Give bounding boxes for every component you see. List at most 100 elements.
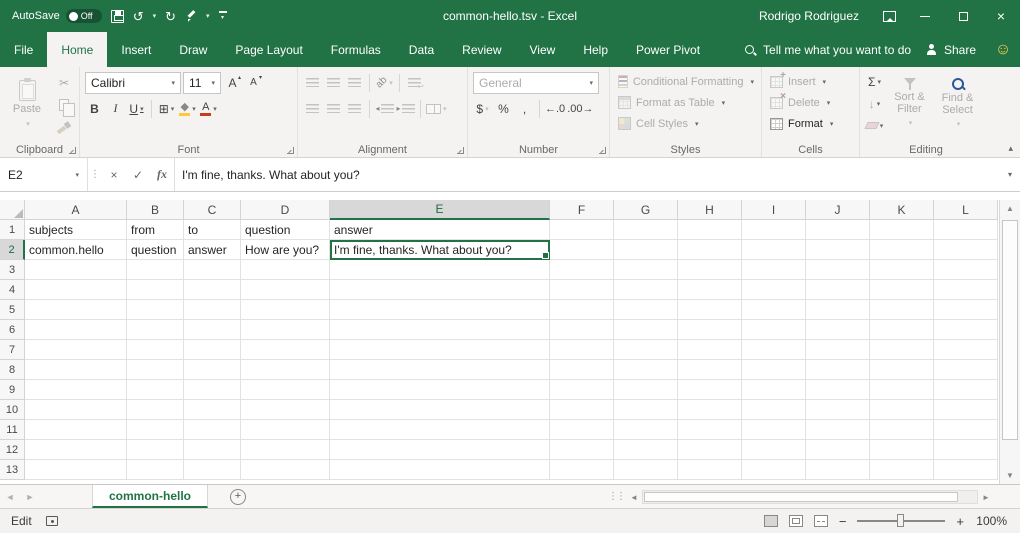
column-header-J[interactable]: J [806,200,870,220]
row-header-11[interactable]: 11 [0,420,25,440]
tab-draw[interactable]: Draw [165,32,221,67]
cell-C11[interactable] [184,420,241,440]
cell-J13[interactable] [806,460,870,480]
cell-E5[interactable] [330,300,550,320]
cell-D9[interactable] [241,380,330,400]
increase-indent-button[interactable] [396,98,415,119]
cell-I2[interactable] [742,240,806,260]
cell-H5[interactable] [678,300,742,320]
cell-I4[interactable] [742,280,806,300]
cell-E13[interactable] [330,460,550,480]
cell-L3[interactable] [934,260,998,280]
vertical-scrollbar[interactable]: ▲ ▼ [999,200,1020,484]
save-icon[interactable] [111,10,124,23]
cell-C9[interactable] [184,380,241,400]
cell-A5[interactable] [25,300,127,320]
align-middle-button[interactable] [324,72,343,93]
column-header-B[interactable]: B [127,200,184,220]
column-header-L[interactable]: L [934,200,998,220]
cell-B11[interactable] [127,420,184,440]
row-header-10[interactable]: 10 [0,400,25,420]
align-top-button[interactable] [303,72,322,93]
minimize-button[interactable] [906,0,944,32]
undo-dropdown-icon[interactable]: ▾ [153,12,157,20]
borders-button[interactable]: ⊞ [157,98,176,119]
format-painter-button[interactable] [53,117,75,137]
row-header-5[interactable]: 5 [0,300,25,320]
cell-L9[interactable] [934,380,998,400]
cell-A10[interactable] [25,400,127,420]
cell-E3[interactable] [330,260,550,280]
sheet-nav-right-icon[interactable]: ► [20,485,40,508]
cell-A3[interactable] [25,260,127,280]
tab-help[interactable]: Help [569,32,622,67]
cell-G8[interactable] [614,360,678,380]
column-header-E[interactable]: E [330,200,550,220]
cell-J5[interactable] [806,300,870,320]
cell-E2[interactable]: I'm fine, thanks. What about you? [330,240,550,260]
zoom-slider[interactable] [857,520,945,522]
cell-A9[interactable] [25,380,127,400]
cell-L8[interactable] [934,360,998,380]
tab-power-pivot[interactable]: Power Pivot [622,32,714,67]
cell-K2[interactable] [870,240,934,260]
cell-G13[interactable] [614,460,678,480]
cell-C13[interactable] [184,460,241,480]
cell-K9[interactable] [870,380,934,400]
select-all-corner[interactable] [0,200,25,220]
cell-F11[interactable] [550,420,614,440]
cell-F1[interactable] [550,220,614,240]
cell-L2[interactable] [934,240,998,260]
decrease-indent-button[interactable] [375,98,394,119]
row-header-7[interactable]: 7 [0,340,25,360]
cell-L4[interactable] [934,280,998,300]
cell-B3[interactable] [127,260,184,280]
row-header-1[interactable]: 1 [0,220,25,240]
cell-H10[interactable] [678,400,742,420]
comma-style-button[interactable]: , [515,98,534,119]
number-format-combo[interactable]: General▾ [473,72,599,94]
cell-A2[interactable]: common.hello [25,240,127,260]
insert-cells-button[interactable]: Insert [767,71,855,92]
wrap-text-button[interactable] [405,72,424,93]
percent-button[interactable]: % [494,98,513,119]
cell-F5[interactable] [550,300,614,320]
pen-mode-icon[interactable] [185,10,197,22]
tab-insert[interactable]: Insert [107,32,165,67]
cell-I1[interactable] [742,220,806,240]
cell-G6[interactable] [614,320,678,340]
zoom-out-icon[interactable]: − [839,514,847,529]
cell-D12[interactable] [241,440,330,460]
tab-review[interactable]: Review [448,32,515,67]
cell-K4[interactable] [870,280,934,300]
cell-L7[interactable] [934,340,998,360]
format-as-table-button[interactable]: Format as Table [615,92,757,113]
cell-G10[interactable] [614,400,678,420]
sheet-tab-active[interactable]: common-hello [92,485,208,508]
normal-view-icon[interactable] [764,515,778,527]
cell-C2[interactable]: answer [184,240,241,260]
cell-E4[interactable] [330,280,550,300]
cell-B10[interactable] [127,400,184,420]
zoom-slider-thumb[interactable] [897,514,904,527]
cell-J9[interactable] [806,380,870,400]
cell-C4[interactable] [184,280,241,300]
cell-C8[interactable] [184,360,241,380]
row-header-13[interactable]: 13 [0,460,25,480]
cell-C12[interactable] [184,440,241,460]
expand-formula-bar-icon[interactable]: ▾ [1000,158,1020,191]
cell-B5[interactable] [127,300,184,320]
cell-B4[interactable] [127,280,184,300]
cell-I7[interactable] [742,340,806,360]
row-header-4[interactable]: 4 [0,280,25,300]
cell-A6[interactable] [25,320,127,340]
cell-G1[interactable] [614,220,678,240]
macro-record-icon[interactable] [46,516,58,526]
tab-view[interactable]: View [516,32,570,67]
scroll-down-icon[interactable]: ▼ [1000,467,1020,484]
align-center-button[interactable] [324,98,343,119]
cell-A11[interactable] [25,420,127,440]
cell-H6[interactable] [678,320,742,340]
cell-K13[interactable] [870,460,934,480]
row-header-2[interactable]: 2 [0,240,25,260]
